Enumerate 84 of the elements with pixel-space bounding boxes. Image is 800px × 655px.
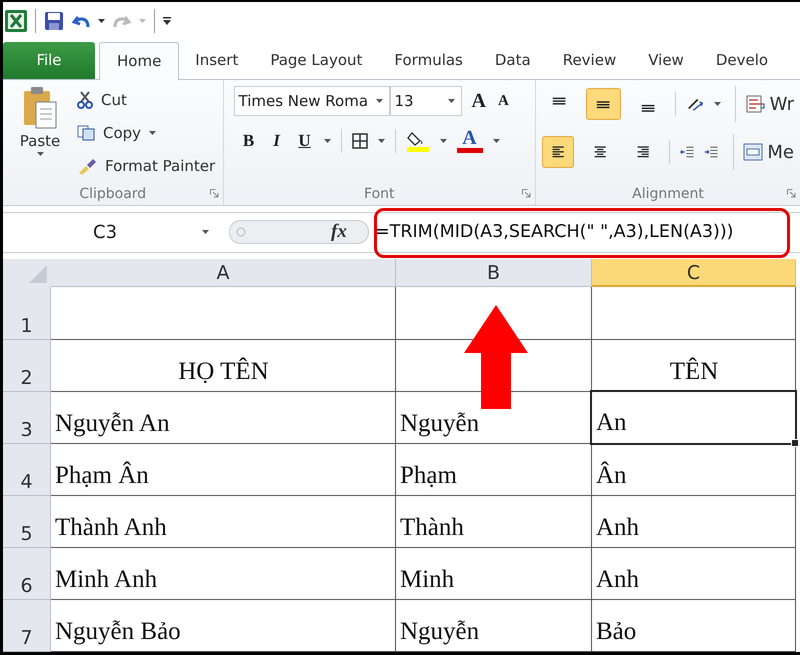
ribbon-tab[interactable]: Insert — [179, 42, 254, 80]
row-header[interactable]: 1 — [3, 287, 51, 340]
name-box[interactable]: C3 — [3, 222, 219, 243]
copy-icon — [77, 125, 95, 142]
italic-button[interactable]: I — [268, 130, 286, 151]
formula-field[interactable]: =TRIM(MID(A3,SEARCH(" ",A3),LEN(A3))) — [375, 222, 734, 242]
ribbon-tab[interactable]: Review — [546, 42, 632, 80]
ribbon-tab[interactable]: View — [632, 42, 700, 80]
dialog-launcher-icon[interactable] — [522, 188, 531, 198]
table-cell[interactable]: Nguyễn An — [51, 392, 396, 444]
format-painter-button[interactable]: Format Painter — [77, 152, 216, 180]
left-align-icon[interactable] — [542, 136, 574, 168]
spreadsheet-icon[interactable] — [5, 10, 27, 32]
wrap-text-button[interactable]: Wr — [746, 94, 794, 115]
table-cell[interactable]: Nguyễn Bảo — [51, 600, 396, 652]
table-cell[interactable]: Thành Anh — [51, 496, 396, 548]
table-cell[interactable]: Bảo — [592, 600, 796, 652]
table-cell[interactable]: Thành — [396, 496, 592, 548]
table-cell[interactable]: Phạm Ân — [51, 444, 396, 496]
row-header[interactable]: 4 — [3, 444, 51, 496]
insert-function-button[interactable]: fx — [331, 221, 361, 244]
caret-icon[interactable] — [149, 131, 156, 136]
caret-icon[interactable] — [376, 99, 383, 104]
table-cell[interactable]: HỌ TÊN — [51, 340, 396, 392]
clipboard-icon — [22, 86, 58, 130]
font-size-field[interactable]: 13 — [390, 86, 462, 116]
caret-icon[interactable] — [378, 138, 385, 143]
scissors-icon — [77, 91, 93, 110]
caret-icon[interactable] — [98, 18, 105, 23]
table-cell[interactable]: Anh — [592, 548, 796, 600]
grow-font-button[interactable]: A — [472, 90, 486, 113]
merge-button[interactable]: Me — [743, 142, 794, 163]
ribbon-tab[interactable]: Home — [99, 42, 180, 80]
column-header[interactable]: C — [592, 259, 796, 288]
font-name-field[interactable]: Times New Roma — [234, 86, 390, 116]
bold-button[interactable]: B — [240, 130, 258, 151]
caret-icon[interactable] — [324, 138, 331, 143]
row-header[interactable]: 3 — [3, 392, 51, 444]
borders-icon[interactable] — [352, 132, 368, 149]
table-cell[interactable]: Nguyễn — [396, 600, 592, 652]
row-header[interactable]: 5 — [3, 496, 51, 548]
file-tab[interactable]: File — [3, 42, 95, 80]
ribbon-tab[interactable]: Data — [478, 42, 547, 80]
table-cell[interactable]: Phạm — [396, 444, 592, 496]
paste-button[interactable]: Paste — [11, 86, 69, 182]
cut-button[interactable]: Cut — [77, 86, 216, 114]
table-cell[interactable]: Minh Anh — [51, 548, 396, 600]
column-header[interactable]: B — [396, 259, 592, 288]
customize-icon[interactable] — [163, 16, 171, 25]
group-label: Font — [364, 186, 394, 202]
middle-align-icon[interactable] — [586, 88, 620, 120]
ribbon-tab[interactable]: Formulas — [378, 42, 479, 80]
shrink-font-button[interactable]: A — [498, 92, 509, 110]
table-cell[interactable]: Ân — [592, 444, 796, 496]
caret-icon[interactable] — [36, 152, 44, 156]
brush-icon — [77, 157, 97, 176]
splitter-handle[interactable] — [229, 220, 369, 244]
caret-icon[interactable] — [202, 230, 209, 234]
merge-icon — [743, 143, 764, 162]
column-header[interactable]: A — [51, 259, 396, 288]
caret-icon[interactable] — [448, 99, 455, 104]
table-cell[interactable]: TÊN — [592, 340, 796, 392]
save-icon[interactable] — [44, 10, 64, 31]
row-header[interactable]: 2 — [3, 340, 51, 392]
group-label: Clipboard — [79, 186, 146, 202]
table-cell[interactable]: Minh — [396, 548, 592, 600]
caret-icon[interactable] — [714, 102, 721, 106]
group-label: Alignment — [632, 186, 704, 202]
font-color-button[interactable]: A — [456, 128, 483, 154]
dialog-launcher-icon[interactable] — [787, 188, 796, 198]
copy-button[interactable]: Copy — [77, 119, 216, 148]
row-header[interactable]: 7 — [3, 600, 51, 652]
table-cell[interactable]: Anh — [592, 496, 796, 548]
caret-icon[interactable] — [492, 138, 500, 143]
ribbon-tab[interactable]: Page Layout — [254, 42, 378, 80]
ribbon-tab[interactable]: Develo — [700, 42, 784, 80]
dialog-launcher-icon[interactable] — [210, 188, 219, 198]
row-header[interactable]: 6 — [3, 548, 51, 600]
caret-icon[interactable] — [440, 138, 447, 143]
fill-color-icon[interactable] — [406, 130, 430, 152]
underline-button[interactable]: U — [296, 130, 314, 151]
table-cell[interactable]: Nguyễn — [396, 392, 592, 444]
wrap-icon — [746, 95, 766, 114]
caret-icon — [139, 18, 146, 23]
